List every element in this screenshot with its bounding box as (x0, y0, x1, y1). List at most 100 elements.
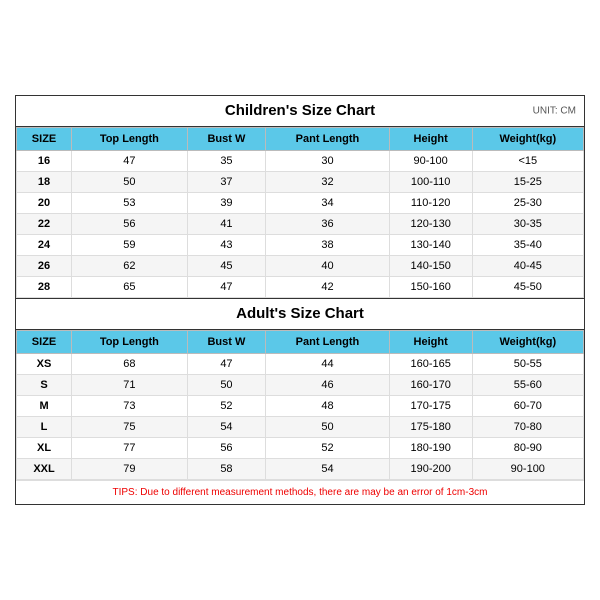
table-cell: 44 (266, 354, 389, 375)
table-cell: 18 (17, 172, 72, 193)
table-cell: 73 (72, 396, 188, 417)
table-cell: 90-100 (389, 151, 472, 172)
adult-title: Adult's Size Chart (236, 305, 364, 322)
table-row: 24594338130-14035-40 (17, 235, 584, 256)
tips-text: TIPS: Due to different measurement metho… (24, 487, 576, 498)
table-cell: 56 (187, 438, 266, 459)
table-cell: 35-40 (472, 235, 583, 256)
table-cell: 50-55 (472, 354, 583, 375)
table-cell: 40-45 (472, 256, 583, 277)
table-cell: 70-80 (472, 417, 583, 438)
table-cell: 45 (187, 256, 266, 277)
table-cell: 130-140 (389, 235, 472, 256)
adult-col-size: SIZE (17, 331, 72, 354)
table-cell: 53 (72, 193, 188, 214)
table-cell: 25-30 (472, 193, 583, 214)
table-cell: 75 (72, 417, 188, 438)
table-cell: 42 (266, 277, 389, 298)
table-cell: 120-130 (389, 214, 472, 235)
table-cell: 190-200 (389, 459, 472, 480)
table-row: 1647353090-100<15 (17, 151, 584, 172)
table-cell: 52 (266, 438, 389, 459)
table-cell: 46 (266, 375, 389, 396)
table-cell: 65 (72, 277, 188, 298)
table-cell: 100-110 (389, 172, 472, 193)
children-tbody: 1647353090-100<1518503732100-11015-25205… (17, 151, 584, 298)
size-chart: Children's Size Chart UNIT: CM SIZE Top … (15, 95, 585, 505)
adult-col-pant-length: Pant Length (266, 331, 389, 354)
table-cell: 50 (266, 417, 389, 438)
table-cell: 54 (266, 459, 389, 480)
children-col-size: SIZE (17, 128, 72, 151)
table-row: 26624540140-15040-45 (17, 256, 584, 277)
table-cell: 32 (266, 172, 389, 193)
children-title: Children's Size Chart (225, 102, 375, 119)
table-cell: 26 (17, 256, 72, 277)
table-cell: XXL (17, 459, 72, 480)
table-cell: 30-35 (472, 214, 583, 235)
table-cell: 56 (72, 214, 188, 235)
table-cell: 79 (72, 459, 188, 480)
table-cell: 41 (187, 214, 266, 235)
table-cell: 50 (72, 172, 188, 193)
table-cell: 37 (187, 172, 266, 193)
table-row: 20533934110-12025-30 (17, 193, 584, 214)
adult-col-top-length: Top Length (72, 331, 188, 354)
table-cell: 140-150 (389, 256, 472, 277)
table-cell: XS (17, 354, 72, 375)
adult-thead: SIZE Top Length Bust W Pant Length Heigh… (17, 331, 584, 354)
table-cell: 34 (266, 193, 389, 214)
adult-table: SIZE Top Length Bust W Pant Length Heigh… (16, 330, 584, 480)
table-cell: 39 (187, 193, 266, 214)
table-cell: XL (17, 438, 72, 459)
table-cell: 110-120 (389, 193, 472, 214)
table-row: 28654742150-16045-50 (17, 277, 584, 298)
children-col-height: Height (389, 128, 472, 151)
adult-col-weight: Weight(kg) (472, 331, 583, 354)
table-cell: 47 (72, 151, 188, 172)
table-row: L755450175-18070-80 (17, 417, 584, 438)
table-cell: 77 (72, 438, 188, 459)
table-row: 18503732100-11015-25 (17, 172, 584, 193)
table-cell: 62 (72, 256, 188, 277)
table-cell: 160-165 (389, 354, 472, 375)
table-row: XS684744160-16550-55 (17, 354, 584, 375)
table-cell: 52 (187, 396, 266, 417)
table-cell: 15-25 (472, 172, 583, 193)
table-cell: 35 (187, 151, 266, 172)
children-col-bust-w: Bust W (187, 128, 266, 151)
table-cell: 54 (187, 417, 266, 438)
table-cell: 16 (17, 151, 72, 172)
children-thead: SIZE Top Length Bust W Pant Length Heigh… (17, 128, 584, 151)
table-cell: 150-160 (389, 277, 472, 298)
table-cell: 43 (187, 235, 266, 256)
table-cell: 68 (72, 354, 188, 375)
table-cell: <15 (472, 151, 583, 172)
table-cell: 71 (72, 375, 188, 396)
table-cell: 28 (17, 277, 72, 298)
table-cell: 175-180 (389, 417, 472, 438)
table-cell: 58 (187, 459, 266, 480)
table-cell: 48 (266, 396, 389, 417)
children-col-pant-length: Pant Length (266, 128, 389, 151)
table-cell: 40 (266, 256, 389, 277)
table-cell: 180-190 (389, 438, 472, 459)
children-col-weight: Weight(kg) (472, 128, 583, 151)
table-row: 22564136120-13030-35 (17, 214, 584, 235)
table-cell: M (17, 396, 72, 417)
table-row: S715046160-17055-60 (17, 375, 584, 396)
table-cell: 47 (187, 354, 266, 375)
tips-row: TIPS: Due to different measurement metho… (16, 480, 584, 504)
children-header-row: SIZE Top Length Bust W Pant Length Heigh… (17, 128, 584, 151)
adult-title-row: Adult's Size Chart (16, 298, 584, 330)
table-cell: 160-170 (389, 375, 472, 396)
table-cell: 38 (266, 235, 389, 256)
table-cell: 45-50 (472, 277, 583, 298)
table-cell: 55-60 (472, 375, 583, 396)
table-cell: 80-90 (472, 438, 583, 459)
adult-col-bust-w: Bust W (187, 331, 266, 354)
table-cell: 36 (266, 214, 389, 235)
table-cell: 170-175 (389, 396, 472, 417)
table-cell: 22 (17, 214, 72, 235)
adult-tbody: XS684744160-16550-55S715046160-17055-60M… (17, 354, 584, 480)
